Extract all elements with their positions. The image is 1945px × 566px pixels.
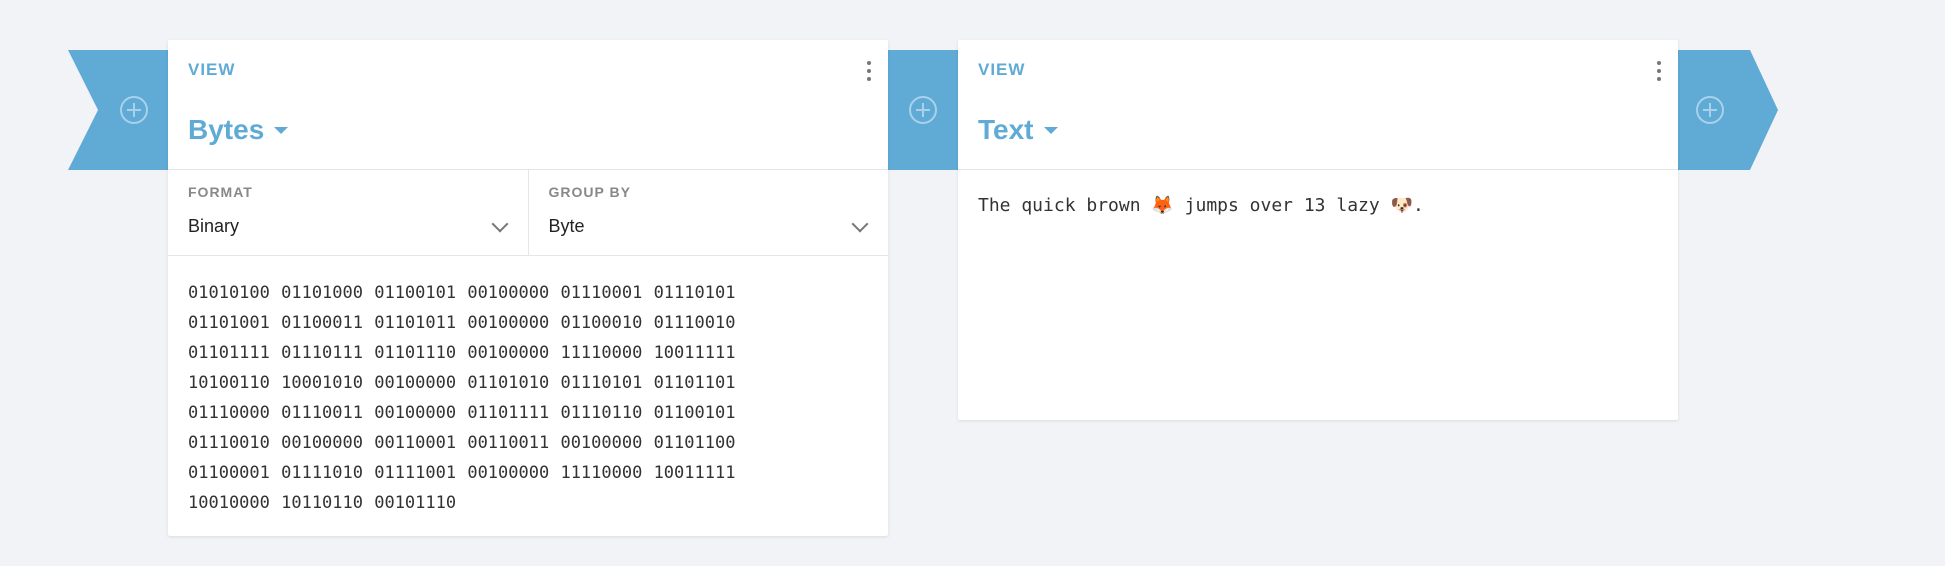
add-step-end-button[interactable] (1696, 96, 1724, 124)
bytes-card-header: VIEW Bytes (168, 40, 888, 170)
pipeline-end-connector (1678, 50, 1778, 170)
format-select[interactable]: FORMAT Binary (168, 170, 528, 255)
binary-line: 01110000 01110011 00100000 01101111 0111… (188, 403, 736, 423)
group-by-select[interactable]: GROUP BY Byte (527, 170, 889, 255)
format-value: Binary (188, 216, 240, 236)
binary-line: 01110010 00100000 00110001 00110011 0010… (188, 433, 736, 453)
binary-line: 01101001 01100011 01101011 00100000 0110… (188, 313, 736, 333)
text-card-header: VIEW Text (958, 40, 1678, 170)
caret-down-icon (1043, 126, 1058, 134)
bytes-view-card: VIEW Bytes FORMAT Binary GROUP BY Byte 0… (168, 40, 888, 536)
more-options-icon[interactable] (866, 61, 872, 81)
caret-down-icon (274, 126, 289, 134)
add-step-mid-button[interactable] (909, 96, 937, 124)
view-type-selector[interactable]: Bytes (188, 114, 289, 146)
view-title: Text (978, 114, 1034, 145)
format-label: FORMAT (188, 184, 253, 200)
pipeline-start-connector (68, 50, 168, 170)
pipeline-mid-connector (888, 50, 958, 170)
view-type-selector[interactable]: Text (978, 114, 1058, 146)
binary-line: 10100110 10001010 00100000 01101010 0111… (188, 373, 736, 393)
more-options-icon[interactable] (1656, 61, 1662, 81)
binary-output: 01010100 01101000 01100101 00100000 0111… (168, 256, 888, 518)
chevron-down-icon (851, 215, 869, 233)
binary-line: 01010100 01101000 01100101 00100000 0111… (188, 283, 736, 303)
view-label: VIEW (188, 60, 236, 79)
view-label: VIEW (978, 60, 1026, 79)
text-view-card: VIEW Text The quick brown 🦊 jumps over 1… (958, 40, 1678, 420)
view-title: Bytes (188, 114, 265, 145)
binary-line: 01100001 01111010 01111001 00100000 1111… (188, 463, 736, 483)
group-by-label: GROUP BY (548, 184, 631, 200)
chevron-down-icon (491, 215, 508, 233)
add-step-start-button[interactable] (120, 96, 148, 124)
binary-line: 10010000 10110110 00101110 (188, 493, 457, 513)
text-output[interactable]: The quick brown 🦊 jumps over 13 lazy 🐶. (958, 170, 1678, 222)
binary-line: 01101111 01110111 01101110 00100000 1111… (188, 343, 736, 363)
bytes-settings: FORMAT Binary GROUP BY Byte (168, 170, 888, 256)
group-by-value: Byte (548, 216, 585, 236)
